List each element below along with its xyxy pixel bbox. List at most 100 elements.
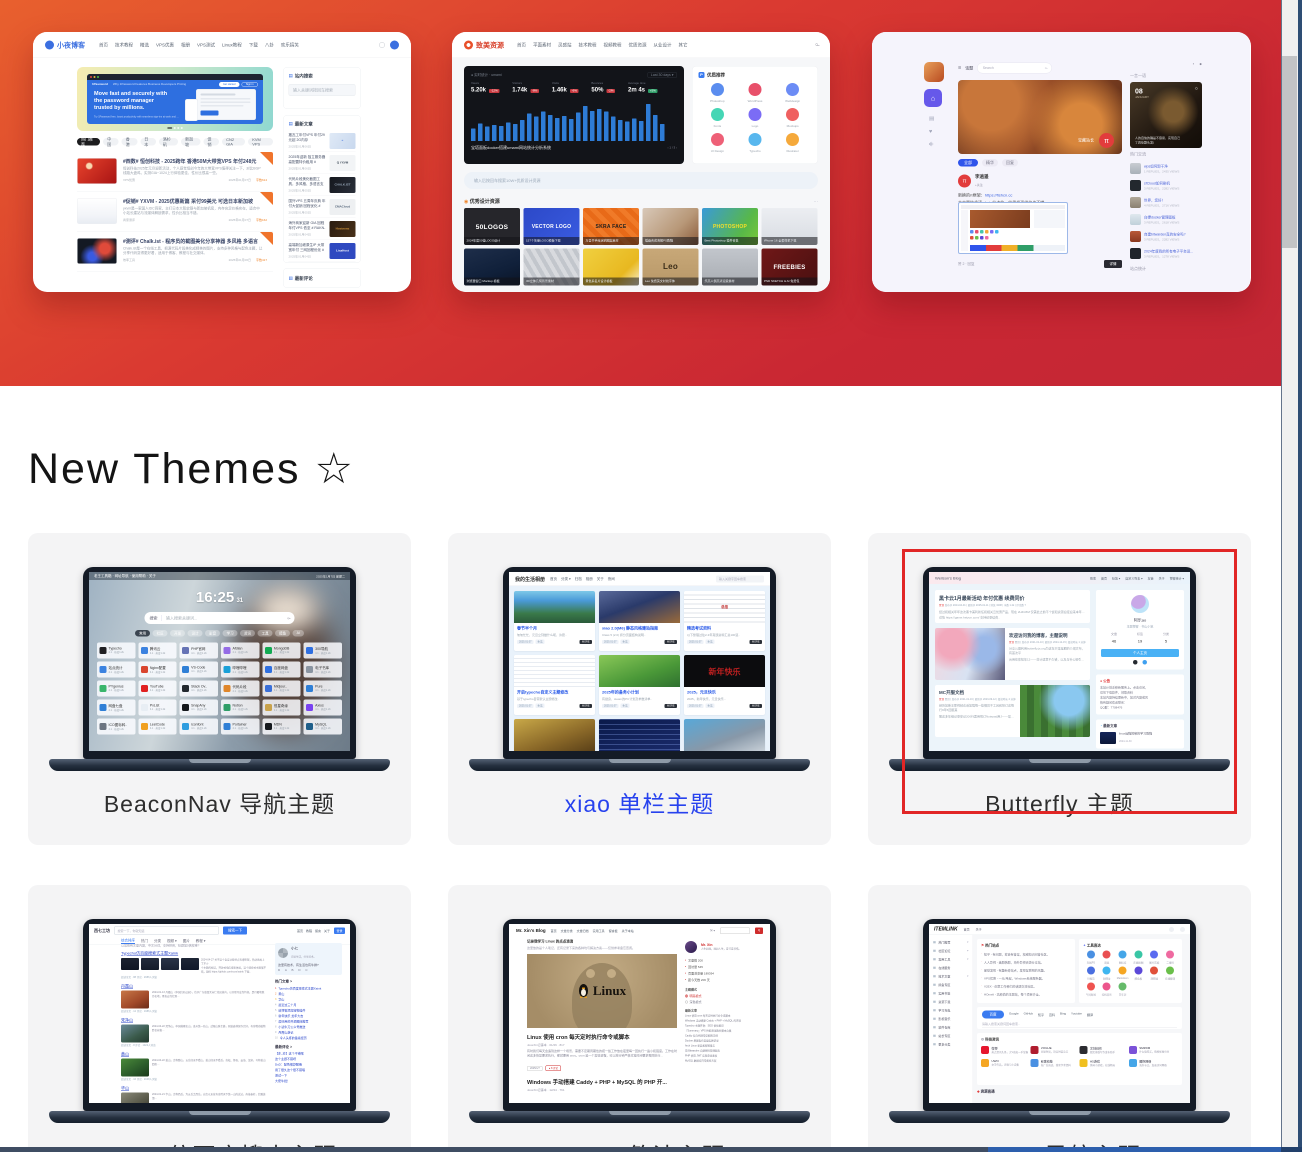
item-hot-row[interactable]: ·星球发现 - 有趣新奇站点，发现互联网的乐趣。	[981, 966, 1071, 974]
theme-toggle-icon[interactable]	[1180, 927, 1185, 932]
category-tab[interactable]: 资讯	[240, 630, 255, 637]
post-likes[interactable]: 赞 2 · 回复	[958, 262, 975, 267]
tool-item[interactable]: 测网速	[1146, 967, 1162, 981]
tool-item[interactable]: 挂机音乐	[1099, 983, 1115, 997]
xiao-more-button[interactable]: MORE	[665, 704, 678, 708]
hot-link[interactable]: Typecho仿百度搜索式主题Xaink	[278, 986, 342, 991]
blog-tag-pill[interactable]: 促销	[204, 138, 220, 146]
blog-nav-item[interactable]: 八卦	[265, 42, 274, 49]
resource-thumb[interactable]: 乐高人偶高清渲染素材	[702, 249, 758, 286]
design-search-input[interactable]: 输入后按回车搜索10W+优质设计资源	[464, 172, 818, 189]
xiao-post-card[interactable]: 开启typecho自定义主题修改 基于typecho自带默认主题修改.. 202…	[514, 655, 595, 715]
xaink-search-button[interactable]: 搜索一下	[223, 927, 247, 935]
hot-link[interactable]: 小试牛刀公众号推送	[278, 1025, 342, 1030]
brand-item[interactable]: 谷歌镜像 无广告直达，搜索学术资料	[1030, 1059, 1079, 1067]
design-nav-item[interactable]: 灵感站	[558, 42, 572, 49]
tool-icon[interactable]	[1103, 951, 1111, 959]
nav-tile[interactable]: PHP官网 4.1 · 热度1.2k	[180, 643, 218, 659]
design-logo-text[interactable]: 致美资源	[476, 40, 504, 50]
forum-user-avatar[interactable]	[924, 62, 944, 82]
blog-logo-text[interactable]: 小夜博客	[57, 40, 85, 50]
xiao-post-card[interactable]: 2025年的备务小计划 有健身、steam的PC计划及参数清单.. 2025.0…	[599, 655, 680, 715]
brand-item[interactable]: SMZDM 什么值得买，购物优惠分享	[1129, 1046, 1178, 1054]
xiao-more-button[interactable]: MORE	[750, 640, 763, 644]
xaink-hot-item[interactable]: 10 令人头疼的备案经历	[275, 1035, 342, 1041]
blog-tag-pill[interactable]: 香港	[122, 138, 138, 146]
post-screenshot[interactable]	[958, 202, 1068, 254]
tool-item[interactable]: UI规范	[1083, 967, 1099, 981]
tool-icon[interactable]	[1087, 983, 1095, 991]
xiao-nav-item[interactable]: 首页	[550, 576, 557, 581]
blog-nav-item[interactable]: 精选	[140, 42, 149, 49]
xaink-toplink[interactable]: 留言	[315, 928, 321, 933]
engine-tab[interactable]: 翻译	[1087, 1012, 1093, 1017]
facile-date-pill[interactable]: 2025/1/7	[527, 1066, 543, 1071]
app-icon[interactable]	[711, 83, 724, 96]
tool-icon[interactable]	[1150, 967, 1158, 975]
design-nav-item[interactable]: 优质资源	[629, 42, 647, 49]
tab-best[interactable]: 精华	[982, 159, 998, 167]
nav-tile[interactable]: MDN 4.1 · 热度1.2k	[262, 719, 300, 735]
heart-icon[interactable]: ♥	[929, 129, 946, 135]
resource-thumb[interactable]: 黄色系名片设计模板	[583, 249, 639, 286]
post-author[interactable]: 李逍遥	[975, 173, 989, 180]
blog-post-row[interactable]: #西数# 恒创科技 - 2025跨年 香港50M大带宽VPS 年付248元 恒创…	[77, 152, 273, 192]
post-title[interactable]: #西数# 恒创科技 - 2025跨年 香港50M大带宽VPS 年付248元	[123, 157, 263, 165]
post-category[interactable]: 商家测评	[123, 218, 135, 223]
carousel-dots[interactable]	[167, 127, 183, 129]
nav-tile[interactable]: 代码片段 4.1 · 热度1.2k	[221, 681, 259, 697]
resources-more[interactable]: ···	[814, 198, 819, 203]
latest-item-title[interactable]: 代码片段美化截图工具，多风格、多语言支持 # CHALK.IST	[289, 177, 327, 187]
recommend-item[interactable]: Typecho	[736, 133, 774, 153]
xiao-post-card[interactable]: 春节半个月 匆匆忙忙，元旦立刻做什么呢，许愿.. 2025.01.07 生活 M…	[514, 591, 595, 651]
blog-nav-item[interactable]: VPS优惠	[156, 42, 174, 49]
facile-search-button[interactable]: Q	[755, 927, 763, 934]
xaink-hot-item[interactable]: 6 新年快乐 龙年大吉	[275, 1013, 342, 1019]
latest-item[interactable]: 国外VPS 五周年庆典 年付大促销 回程优化 # CMC183... 2025年…	[289, 196, 356, 218]
item-menu-row[interactable]: ▦学习充电	[933, 1006, 969, 1015]
item-hot-row[interactable]: ·知乎 - 有问题，就会有答案，权威知识问答社区。	[981, 950, 1071, 958]
app-icon[interactable]	[786, 133, 799, 146]
tool-icon[interactable]	[1103, 967, 1111, 975]
nav-tile[interactable]: Portainer 4.1 · 热度1.2k	[221, 719, 259, 735]
item-menu-row[interactable]: ▦社区论坛▾	[933, 947, 969, 956]
tool-select[interactable]: ⚒ ▾	[710, 929, 715, 933]
nav-tile[interactable]: 站点统计 4.1 · 热度1.2k	[97, 662, 135, 678]
resource-thumb[interactable]: VECTOR LOGO 157个矢量LOGO模板下载	[524, 208, 580, 245]
tool-item[interactable]: 在线PS	[1083, 951, 1099, 965]
xaink-toplink[interactable]: 教程	[306, 928, 312, 933]
post-category[interactable]: 效率工具	[123, 258, 135, 263]
item-menu-row[interactable]: ▦实用书签	[933, 989, 969, 998]
xiao-nav-item[interactable]: 相册	[586, 576, 593, 581]
blog-tag-pill[interactable]: 新加坡	[181, 138, 200, 146]
blog-hero-carousel[interactable]: 1Password Why 1Password Features Busines…	[77, 67, 273, 131]
nav-tile[interactable]: Stack Ov.. 4.1 · 热度1.2k	[180, 681, 218, 697]
nav-tile[interactable]: Midjour.. 4.1 · 热度1.2k	[262, 681, 300, 697]
xaink-toplink[interactable]: 关于	[324, 928, 330, 933]
tool-icon[interactable]	[1166, 951, 1174, 959]
showcase-card-forum[interactable]: ⌂ ▤ ♥ ⎆ ≡ 话题 Search○̶ 宝藏站长 π	[872, 32, 1251, 292]
item-menu-row[interactable]: ▦影视音乐	[933, 1015, 969, 1024]
app-icon[interactable]	[786, 83, 799, 96]
xaink-hot-item[interactable]: 7 最好用的开源图床推荐	[275, 1019, 342, 1025]
user-icon[interactable]: ●	[1199, 62, 1202, 67]
tool-icon[interactable]	[1087, 951, 1095, 959]
xiao-card-title[interactable]: 2025，元旦快乐	[687, 690, 762, 696]
hot-item[interactable]: sfCloud如何刷机 3 REPLIES，2282 VIEWS	[1130, 177, 1202, 194]
login-button[interactable]: 登录	[334, 927, 345, 934]
nav-tile[interactable]: iconfont 4.1 · 热度1.2k	[180, 719, 218, 735]
tool-icon[interactable]	[1166, 967, 1174, 975]
facile-nav-item[interactable]: 文章分类	[561, 928, 573, 933]
xiao-nav-item[interactable]: 分类 ▾	[561, 576, 571, 581]
engine-tab[interactable]: Youtube	[1071, 1012, 1082, 1017]
brand-item[interactable]: VOGUE 全球时尚，顶尖时装杂志	[1030, 1046, 1079, 1054]
xiao-cat-pill[interactable]: 生活	[536, 640, 545, 645]
theme-card-xiao[interactable]: 我的生活相册 首页分类 ▾归档相册关于夜间 输入关键字回车搜索 春节半个月 匆匆…	[448, 533, 831, 845]
latest-item-title[interactable]: 搬瓦工年付VPS 年付29元起 2G内存 #1KNGHOST...	[289, 133, 327, 143]
nav-tile[interactable]: MySQL 4.1 · 热度1.2k	[304, 719, 342, 735]
xiao-cat-pill[interactable]: 生活	[621, 704, 630, 709]
xaink-hot-item[interactable]: 1 Typecho仿百度搜索式主题Xaink	[275, 986, 342, 992]
app-icon[interactable]	[748, 133, 761, 146]
latest-item[interactable]: 搬瓦工年付VPS 年付29元起 2G内存 #1KNGHOST... 2025年0…	[289, 130, 356, 152]
app-icon[interactable]	[711, 133, 724, 146]
